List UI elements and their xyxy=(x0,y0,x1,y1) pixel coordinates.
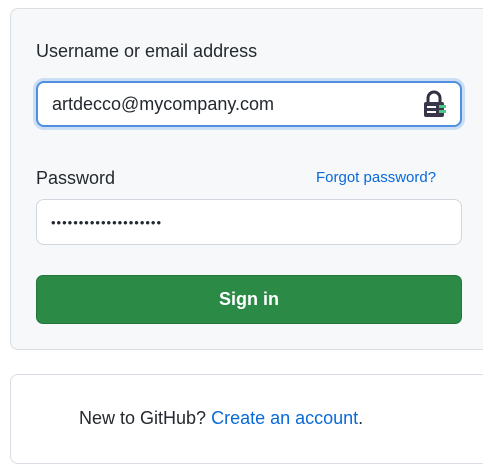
username-input[interactable] xyxy=(36,81,462,127)
forgot-password-link[interactable]: Forgot password? xyxy=(316,169,436,186)
signup-prompt: New to GitHub? Create an account. xyxy=(79,408,363,429)
password-label: Password xyxy=(36,168,116,188)
password-manager-icon[interactable] xyxy=(419,89,449,121)
create-account-link[interactable]: Create an account xyxy=(211,408,358,428)
username-label: Username or email address xyxy=(36,41,258,61)
signup-period: . xyxy=(358,408,364,428)
signup-prompt-text: New to GitHub? xyxy=(79,408,207,428)
signup-box: New to GitHub? Create an account. xyxy=(10,374,483,464)
sign-in-button[interactable]: Sign in xyxy=(36,275,462,324)
password-input[interactable] xyxy=(36,199,462,245)
login-form-box: Username or email address Password Forgo… xyxy=(10,8,483,350)
